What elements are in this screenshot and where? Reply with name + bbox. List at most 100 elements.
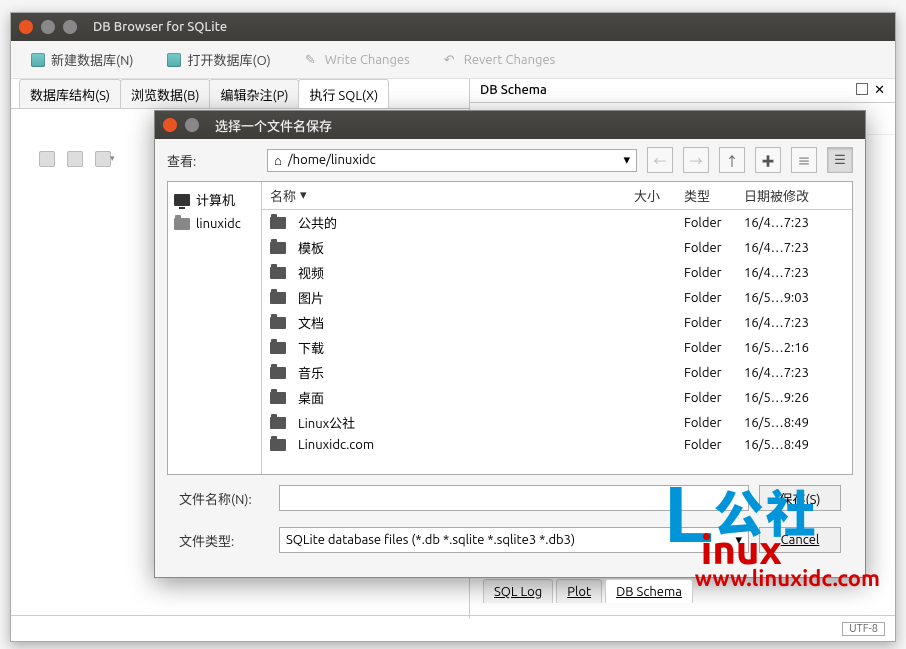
col-type[interactable]: 类型: [684, 186, 744, 205]
list-item[interactable]: 视频 Folder16/4…7:23: [262, 260, 852, 285]
lookin-label: 查看:: [167, 151, 257, 170]
new-database-button[interactable]: 新建数据库(N): [23, 46, 141, 73]
sql-new-icon[interactable]: [39, 151, 55, 167]
file-name: Linux公社: [298, 413, 355, 432]
file-type: Folder: [684, 341, 744, 355]
tab-structure[interactable]: 数据库结构(S): [19, 79, 121, 108]
list-view-button[interactable]: ≡: [791, 147, 817, 173]
file-date: 16/4…7:23: [744, 316, 844, 330]
panel-close-icon[interactable]: ✕: [874, 83, 885, 98]
file-type: Folder: [684, 291, 744, 305]
sql-open-icon[interactable]: [67, 151, 83, 167]
dialog-titlebar: 选择一个文件名保存: [155, 111, 865, 139]
file-date: 16/4…7:23: [744, 266, 844, 280]
path-text: /home/linuxidc: [288, 153, 376, 167]
folder-icon: [270, 267, 286, 279]
open-database-button[interactable]: 打开数据库(O): [159, 46, 278, 73]
file-list[interactable]: 名称 ▾ 大小 类型 日期被修改 公共的Folder16/4…7:23模板Fol…: [262, 182, 852, 474]
dialog-max-icon[interactable]: [185, 118, 199, 132]
file-name: 图片: [298, 288, 324, 307]
tab-db-schema[interactable]: DB Schema: [605, 579, 693, 603]
nav-back-button[interactable]: ←: [647, 147, 673, 173]
list-item[interactable]: Linuxidc.com Folder16/5…8:49: [262, 435, 852, 455]
file-name: 音乐: [298, 363, 324, 382]
col-size[interactable]: 大小: [634, 186, 684, 205]
list-item[interactable]: 下载Folder16/5…2:16: [262, 335, 852, 360]
dialog-close-icon[interactable]: [163, 118, 177, 132]
sidebar-item[interactable]: 计算机: [172, 186, 257, 213]
list-item[interactable]: 桌面Folder16/5…9:26: [262, 385, 852, 410]
database-new-icon: [31, 53, 45, 67]
write-icon: ✎: [305, 53, 319, 67]
list-item[interactable]: 图片Folder16/5…9:03: [262, 285, 852, 310]
save-button[interactable]: 保存(S): [759, 485, 841, 511]
filename-input[interactable]: [279, 485, 749, 511]
database-open-icon: [167, 53, 181, 67]
new-db-label: 新建数据库(N): [51, 50, 133, 69]
file-date: 16/5…2:16: [744, 341, 844, 355]
filename-label: 文件名称(N):: [179, 489, 269, 508]
list-header: 名称 ▾ 大小 类型 日期被修改: [262, 182, 852, 210]
tab-sql[interactable]: 执行 SQL(X): [298, 79, 389, 108]
chevron-down-icon: ▾: [735, 533, 742, 548]
window-maximize-icon[interactable]: [63, 20, 77, 34]
panel-float-icon[interactable]: [856, 83, 868, 95]
open-db-label: 打开数据库(O): [187, 50, 270, 69]
window-minimize-icon[interactable]: [41, 20, 55, 34]
computer-icon: [174, 194, 190, 206]
file-type: Folder: [684, 366, 744, 380]
cancel-button[interactable]: Cancel: [759, 527, 841, 553]
new-folder-button[interactable]: ✚: [755, 147, 781, 173]
nav-up-button[interactable]: ↑: [719, 147, 745, 173]
folder-icon: [270, 439, 286, 451]
folder-icon: [270, 292, 286, 304]
detail-view-button[interactable]: ☰: [827, 147, 853, 173]
folder-icon: [270, 317, 286, 329]
revert-icon: ↶: [444, 53, 458, 67]
main-toolbar: 新建数据库(N) 打开数据库(O) ✎ Write Changes ↶ Reve…: [11, 41, 895, 79]
folder-icon: [270, 217, 286, 229]
places-sidebar: 计算机 linuxidc: [168, 182, 262, 474]
filetype-select[interactable]: SQLite database files (*.db *.sqlite *.s…: [279, 527, 749, 553]
col-name[interactable]: 名称 ▾: [270, 186, 634, 205]
nav-forward-button[interactable]: →: [683, 147, 709, 173]
list-item[interactable]: 音乐 Folder16/4…7:23: [262, 360, 852, 385]
tab-plot[interactable]: Plot: [556, 579, 602, 603]
file-type: Folder: [684, 438, 744, 452]
sidebar-item-label: linuxidc: [196, 217, 241, 231]
col-date[interactable]: 日期被修改: [744, 186, 844, 205]
sql-save-icon[interactable]: [95, 151, 111, 167]
list-item[interactable]: Linux公社Folder16/5…8:49: [262, 410, 852, 435]
list-item[interactable]: 模板Folder16/4…7:23: [262, 235, 852, 260]
sidebar-item[interactable]: linuxidc: [172, 213, 257, 235]
file-type: Folder: [684, 316, 744, 330]
tab-browse[interactable]: 浏览数据(B): [120, 79, 210, 108]
file-type: Folder: [684, 416, 744, 430]
folder-icon: [270, 417, 286, 429]
file-name: Linuxidc.com: [298, 438, 374, 452]
revert-label: Revert Changes: [464, 53, 556, 67]
file-type: Folder: [684, 391, 744, 405]
file-date: 16/4…7:23: [744, 241, 844, 255]
sidebar-item-label: 计算机: [196, 190, 235, 209]
file-type: Folder: [684, 216, 744, 230]
save-file-dialog: 选择一个文件名保存 查看: ⌂ /home/linuxidc ▾ ← → ↑ ✚…: [154, 110, 866, 578]
file-date: 16/4…7:23: [744, 366, 844, 380]
folder-icon: [270, 242, 286, 254]
tab-pragma[interactable]: 编辑杂注(P): [209, 79, 299, 108]
path-combo[interactable]: ⌂ /home/linuxidc ▾: [267, 149, 637, 172]
encoding-indicator: UTF-8: [842, 622, 885, 636]
dialog-title: 选择一个文件名保存: [215, 116, 332, 135]
list-item[interactable]: 文档Folder16/4…7:23: [262, 310, 852, 335]
panel-title: DB Schema ✕: [470, 79, 895, 103]
tab-sql-log[interactable]: SQL Log: [483, 579, 553, 603]
list-item[interactable]: 公共的Folder16/4…7:23: [262, 210, 852, 235]
main-titlebar: DB Browser for SQLite: [11, 13, 895, 41]
folder-icon: [270, 367, 286, 379]
file-date: 16/5…9:26: [744, 391, 844, 405]
file-type: Folder: [684, 266, 744, 280]
file-name: 公共的: [298, 213, 337, 232]
file-name: 视频: [298, 263, 324, 282]
window-close-icon[interactable]: [19, 20, 33, 34]
file-date: 16/5…8:49: [744, 438, 844, 452]
